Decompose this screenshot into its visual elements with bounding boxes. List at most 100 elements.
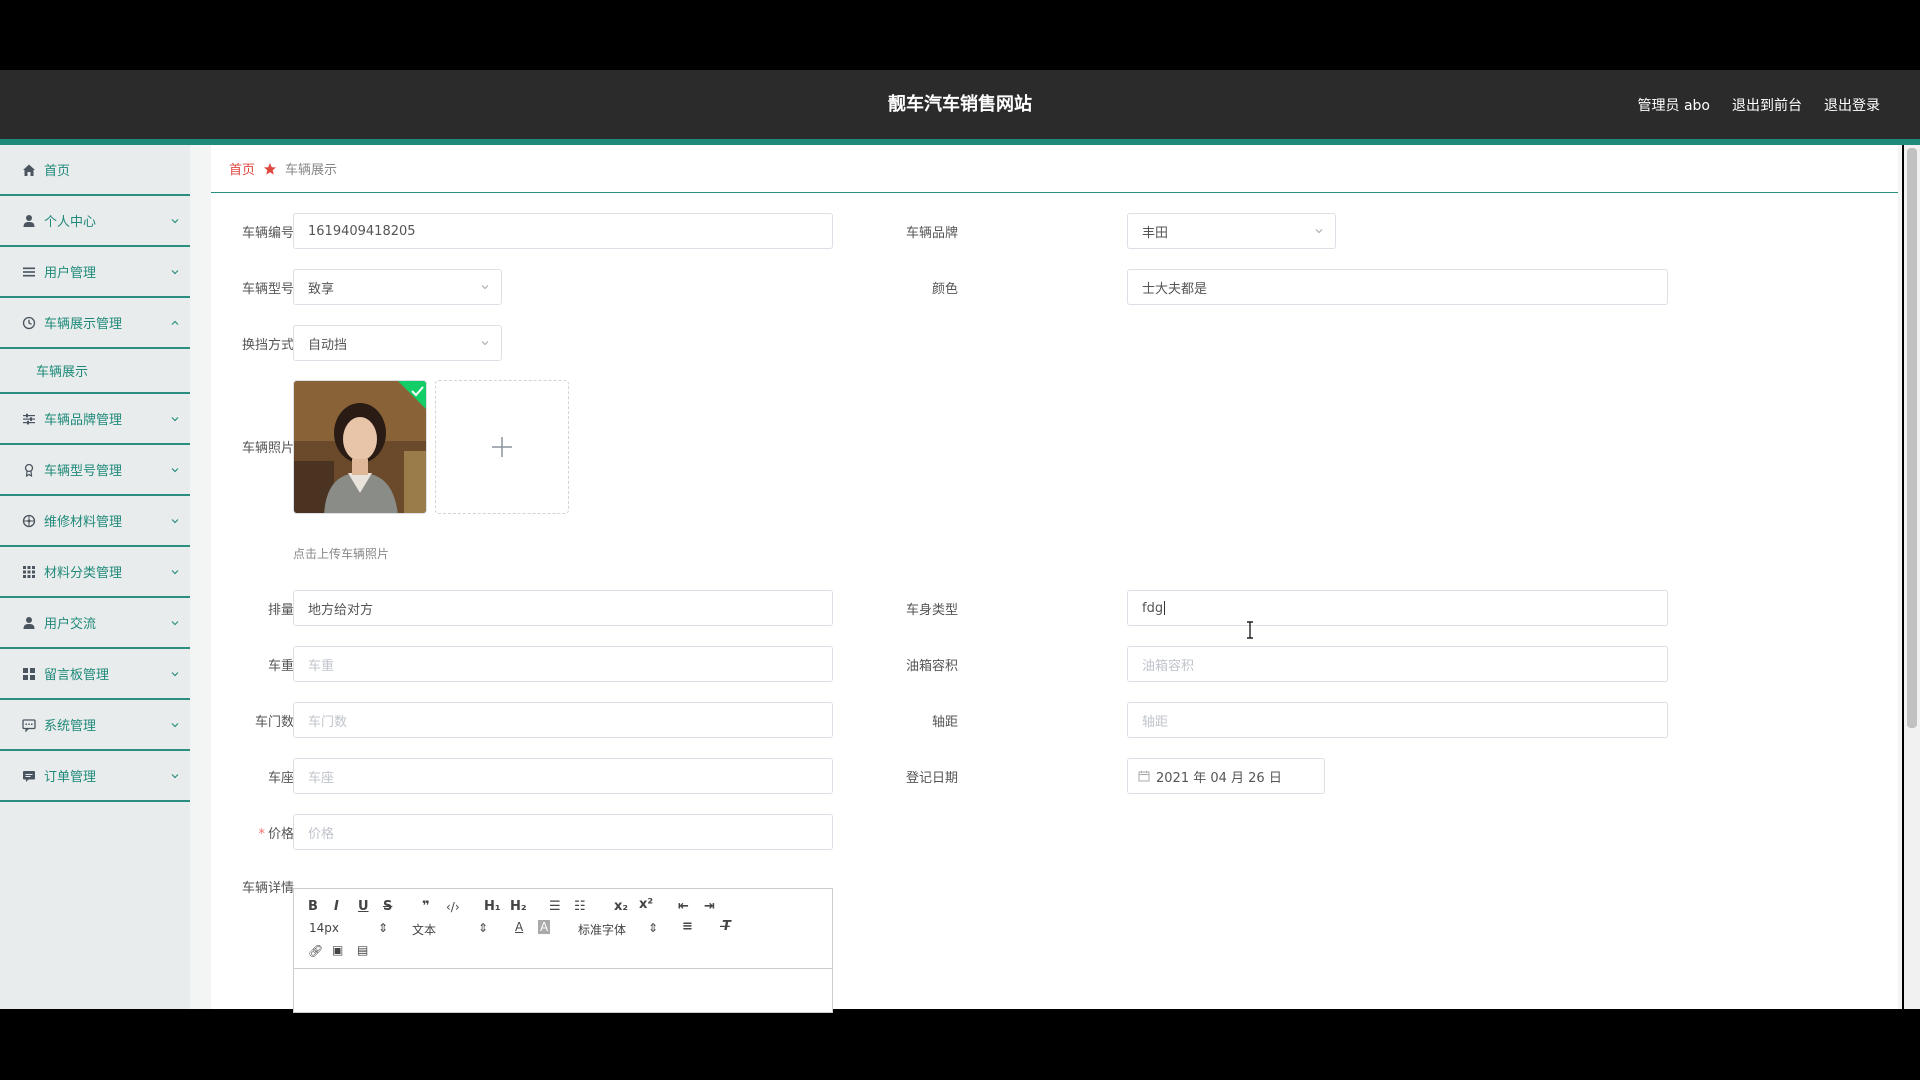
reg-date-picker[interactable]: 2021 年 04 月 26 日 (1127, 758, 1325, 794)
sidebar-item-label: 个人中心 (44, 215, 97, 230)
sidebar-item-material-category-management[interactable]: 材料分类管理 (0, 547, 190, 598)
price-label-text: 价格 (267, 827, 294, 842)
sidebar-item-label: 车辆展示管理 (44, 317, 123, 332)
doors-field[interactable]: 车门数 (293, 702, 833, 738)
text-cursor-icon (1247, 621, 1253, 639)
body-type-value: fdg (1142, 600, 1164, 616)
user-icon (22, 616, 36, 630)
sidebar-item-message-board-management[interactable]: 留言板管理 (0, 649, 190, 700)
photo-image (294, 381, 426, 513)
chevron-down-icon (171, 671, 179, 676)
sidebar-item-user-exchange[interactable]: 用户交流 (0, 598, 190, 649)
tank-field[interactable]: 油箱容积 (1127, 646, 1668, 682)
video-button[interactable]: ▤ (357, 943, 368, 957)
sidebar-item-label: 车辆型号管理 (44, 464, 123, 479)
uploaded-photo-thumbnail[interactable] (293, 380, 427, 514)
message-icon (22, 769, 36, 783)
outdent-button[interactable]: ⇤ (678, 899, 689, 914)
brand-select[interactable]: 丰田 (1127, 213, 1336, 249)
reg-date-value: 2021 年 04 月 26 日 (1156, 770, 1282, 786)
seats-field[interactable]: 车座 (293, 758, 833, 794)
chevron-down-icon (481, 285, 489, 290)
chevron-down-icon (171, 269, 179, 274)
page-scrollbar[interactable] (1904, 145, 1920, 1009)
strike-button[interactable]: S (383, 899, 392, 914)
sidebar-item-label: 用户交流 (44, 617, 97, 632)
font-size-arrows-icon: ⇕ (378, 921, 389, 935)
align-button[interactable]: ≡ (682, 919, 693, 934)
indent-button[interactable]: ⇥ (704, 899, 715, 914)
sidebar-item-label: 系统管理 (44, 719, 97, 734)
exit-to-front-link[interactable]: 退出到前台 (1732, 95, 1802, 115)
sidebar-item-model-management[interactable]: 车辆型号管理 (0, 445, 190, 496)
chevron-down-icon (1315, 229, 1323, 234)
sidebar-item-home[interactable]: 首页 (0, 145, 190, 196)
sidebar-item-brand-management[interactable]: 车辆品牌管理 (0, 394, 190, 445)
sidebar-subitem-vehicle-display[interactable]: 车辆展示 (0, 349, 190, 394)
font-family-select[interactable]: 标准字体 (578, 921, 626, 938)
blockquote-button[interactable]: ❞ (422, 899, 430, 914)
grid-icon (22, 565, 36, 579)
italic-button[interactable]: I (334, 899, 339, 914)
sidebar-item-repair-material-management[interactable]: 维修材料管理 (0, 496, 190, 547)
link-button[interactable]: 🔗︎ (308, 944, 323, 958)
color-field[interactable]: 士大夫都是 (1127, 269, 1668, 305)
sidebar-item-label: 车辆品牌管理 (44, 413, 123, 428)
sidebar-item-label: 首页 (44, 164, 71, 179)
bold-button[interactable]: B (308, 899, 318, 914)
sidebar-item-order-management[interactable]: 订单管理 (0, 751, 190, 802)
chevron-down-icon (171, 518, 179, 523)
vehicle-no-field[interactable]: 1619409418205 (293, 213, 833, 249)
sidebar-item-label: 留言板管理 (44, 668, 110, 683)
block-format-arrows-icon: ⇕ (478, 921, 489, 935)
font-size-select[interactable]: 14px (309, 921, 339, 935)
block-format-select[interactable]: 文本 (412, 921, 436, 938)
sidebar-item-user-management[interactable]: 用户管理 (0, 247, 190, 298)
sidebar-item-personal-center[interactable]: 个人中心 (0, 196, 190, 247)
wheelbase-field[interactable]: 轴距 (1127, 702, 1668, 738)
h2-button[interactable]: H₂ (510, 899, 527, 914)
list-icon (22, 265, 36, 279)
sidebar-item-vehicle-display-management[interactable]: 车辆展示管理 (0, 298, 190, 349)
chevron-down-icon (171, 773, 179, 778)
editor-toolbar: B I U S ❞ ‹/› H₁ H₂ ☰ ☷ x₂ x² ⇤ ⇥ 14px ⇕ (294, 889, 832, 969)
sidebar-item-label: 材料分类管理 (44, 566, 123, 581)
chevron-down-icon (171, 467, 179, 472)
weight-field[interactable]: 车重 (293, 646, 833, 682)
wheel-icon (22, 514, 36, 528)
h1-button[interactable]: H₁ (484, 899, 501, 914)
add-photo-button[interactable] (435, 380, 569, 514)
scrollbar-thumb[interactable] (1907, 148, 1917, 728)
gear-select[interactable]: 自动挡 (293, 325, 502, 361)
model-select[interactable]: 致享 (293, 269, 502, 305)
plus-icon (492, 437, 512, 457)
sliders-icon (22, 412, 36, 426)
displacement-field[interactable]: 地方给对方 (293, 590, 833, 626)
ordered-list-button[interactable]: ☰ (549, 899, 561, 914)
underline-button[interactable]: U (358, 899, 369, 914)
font-color-button[interactable]: A (515, 920, 523, 934)
bullet-list-button[interactable]: ☷ (574, 899, 586, 914)
clear-format-button[interactable]: T̶ (722, 919, 731, 934)
chevron-down-icon (171, 620, 179, 625)
subscript-button[interactable]: x₂ (614, 899, 628, 914)
weight-label: 车重 (267, 659, 294, 674)
image-button[interactable]: ▣ (332, 943, 343, 957)
editor-content-area[interactable] (294, 969, 832, 1014)
chevron-down-icon (171, 416, 179, 421)
price-field[interactable]: 价格 (293, 814, 833, 850)
clock-icon (22, 316, 36, 330)
breadcrumb-home[interactable]: 首页 (229, 159, 255, 178)
header-actions: 管理员 abo 退出到前台 退出登录 (1638, 70, 1880, 139)
sidebar: 首页 个人中心 用户管理 车辆展示管理 车辆展示 车辆品牌管理 车辆型号管理 维… (0, 145, 190, 1009)
doors-label: 车门数 (254, 715, 294, 730)
body-type-label: 车身类型 (905, 603, 958, 618)
gear-label: 换挡方式 (241, 338, 294, 353)
text-caret (1164, 601, 1166, 615)
superscript-button[interactable]: x² (639, 897, 653, 912)
sidebar-item-system-management[interactable]: 系统管理 (0, 700, 190, 751)
body-type-field[interactable]: fdg (1127, 590, 1668, 626)
code-block-button[interactable]: ‹/› (446, 900, 460, 914)
logout-link[interactable]: 退出登录 (1824, 95, 1880, 115)
background-color-button[interactable]: A (538, 920, 551, 934)
